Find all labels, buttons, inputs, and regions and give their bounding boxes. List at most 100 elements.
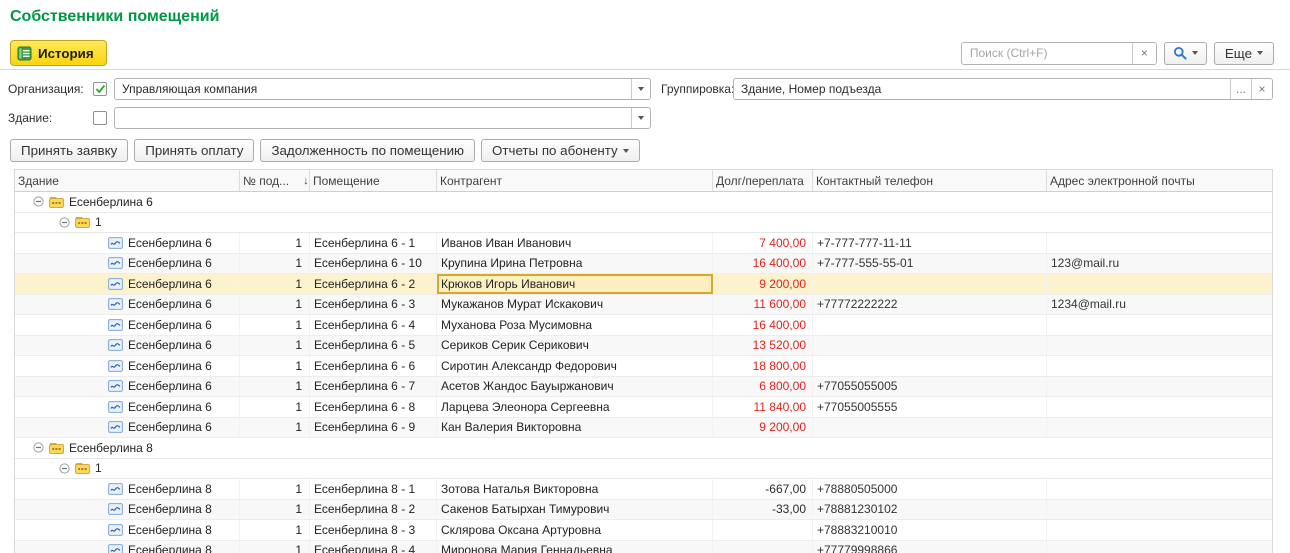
column-header-phone[interactable]: Контактный телефон <box>813 170 1047 191</box>
element-card-icon <box>108 339 123 351</box>
organization-dropdown-arrow[interactable] <box>631 79 650 99</box>
cell-building: Есенберлина 8 <box>15 541 240 553</box>
history-button[interactable]: История <box>10 40 107 66</box>
table-group-row[interactable]: Есенберлина 8 <box>15 438 1272 459</box>
element-card-icon <box>108 319 123 331</box>
building-combobox[interactable] <box>114 107 651 129</box>
cell-building: Есенберлина 6 <box>15 356 240 376</box>
organization-combobox[interactable]: Управляющая компания <box>114 78 651 100</box>
group-label: Есенберлина 8 <box>69 441 153 455</box>
table-group-row[interactable]: Есенберлина 6 <box>15 192 1272 213</box>
element-card-icon <box>108 401 123 413</box>
cell-contractor: Склярова Оксана Артуровна <box>437 520 713 540</box>
table-row[interactable]: Есенберлина 6 1 Есенберлина 6 - 4 Мухано… <box>15 315 1272 336</box>
collapse-expander-icon[interactable] <box>33 196 44 207</box>
cell-building: Есенберлина 6 <box>15 315 240 335</box>
cell-contact-phone <box>813 356 1047 376</box>
table-row[interactable]: Есенберлина 6 1 Есенберлина 6 - 5 Серико… <box>15 336 1272 357</box>
table-row[interactable]: Есенберлина 8 1 Есенберлина 8 - 1 Зотова… <box>15 479 1272 500</box>
table-row[interactable]: Есенберлина 6 1 Есенберлина 6 - 3 Мукажа… <box>15 295 1272 316</box>
cell-contact-phone <box>813 315 1047 335</box>
cell-entrance-number: 1 <box>240 377 310 397</box>
cell-debt-overpayment: 7 400,00 <box>713 233 813 253</box>
table-group-row[interactable]: 1 <box>15 213 1272 234</box>
table-row[interactable]: Есенберлина 6 1 Есенберлина 6 - 7 Асетов… <box>15 377 1272 398</box>
table-row[interactable]: Есенберлина 6 1 Есенберлина 6 - 2 Крюков… <box>15 274 1272 295</box>
building-dropdown-arrow[interactable] <box>631 108 650 128</box>
caret-down-icon <box>1257 51 1263 55</box>
collapse-expander-icon[interactable] <box>59 463 70 474</box>
cell-debt-overpayment: 16 400,00 <box>713 315 813 335</box>
cell-email <box>1047 356 1272 376</box>
premise-debt-button[interactable]: Задолженность по помещению <box>260 139 475 162</box>
cell-premise: Есенберлина 8 - 4 <box>310 541 437 553</box>
cell-building: Есенберлина 6 <box>15 336 240 356</box>
more-button[interactable]: Еще <box>1214 42 1274 65</box>
column-header-entrance[interactable]: № под... ↓ <box>240 170 310 191</box>
cell-contact-phone: +78881230102 <box>813 500 1047 520</box>
collapse-expander-icon[interactable] <box>59 217 70 228</box>
search-menu-button[interactable] <box>1164 42 1207 65</box>
cell-debt-overpayment: -667,00 <box>713 479 813 499</box>
owners-table: Здание № под... ↓ Помещение Контрагент Д… <box>14 169 1273 553</box>
table-row[interactable]: Есенберлина 6 1 Есенберлина 6 - 10 Крупи… <box>15 254 1272 275</box>
table-row[interactable]: Есенберлина 8 1 Есенберлина 8 - 3 Скляро… <box>15 520 1272 541</box>
element-card-icon <box>108 380 123 392</box>
column-header-premise[interactable]: Помещение <box>310 170 437 191</box>
history-journal-icon <box>17 46 33 61</box>
organization-value: Управляющая компания <box>115 79 631 99</box>
table-body: Есенберлина 6 1 Есенберлина 6 1 Есенберл… <box>15 192 1272 553</box>
cell-premise: Есенберлина 8 - 1 <box>310 479 437 499</box>
cell-premise: Есенберлина 6 - 8 <box>310 397 437 417</box>
element-card-icon <box>108 421 123 433</box>
search-input[interactable] <box>962 43 1132 64</box>
table-group-row[interactable]: 1 <box>15 459 1272 480</box>
table-row[interactable]: Есенберлина 8 1 Есенберлина 8 - 2 Сакено… <box>15 500 1272 521</box>
table-row[interactable]: Есенберлина 6 1 Есенберлина 6 - 1 Иванов… <box>15 233 1272 254</box>
grouping-clear-button[interactable]: × <box>1251 79 1272 99</box>
cell-contact-phone: +77772222222 <box>813 295 1047 315</box>
cell-contact-phone: +77779998866 <box>813 541 1047 553</box>
cell-contractor[interactable]: Крюков Игорь Иванович <box>437 274 713 294</box>
accept-request-button[interactable]: Принять заявку <box>10 139 128 162</box>
accept-payment-button[interactable]: Принять оплату <box>134 139 254 162</box>
grouping-ellipsis-button[interactable]: ... <box>1230 79 1251 99</box>
cell-premise: Есенберлина 6 - 9 <box>310 418 437 438</box>
column-header-email[interactable]: Адрес электронной почты <box>1047 170 1272 191</box>
cell-entrance-number: 1 <box>240 479 310 499</box>
subscriber-reports-button[interactable]: Отчеты по абоненту <box>481 139 640 162</box>
element-card-icon <box>108 524 123 536</box>
search-clear-button[interactable]: × <box>1132 43 1156 64</box>
organization-label: Организация: <box>8 82 93 96</box>
table-row[interactable]: Есенберлина 6 1 Есенберлина 6 - 8 Ларцев… <box>15 397 1272 418</box>
element-card-icon <box>108 257 123 269</box>
cell-premise: Есенберлина 6 - 7 <box>310 377 437 397</box>
caret-down-icon <box>638 87 644 91</box>
element-card-icon <box>108 298 123 310</box>
table-row[interactable]: Есенберлина 6 1 Есенберлина 6 - 6 Сироти… <box>15 356 1272 377</box>
column-header-contractor[interactable]: Контрагент <box>437 170 713 191</box>
collapse-expander-icon[interactable] <box>33 442 44 453</box>
column-header-debt[interactable]: Долг/переплата <box>713 170 813 191</box>
cell-premise: Есенберлина 6 - 2 <box>310 274 437 294</box>
column-header-building[interactable]: Здание <box>15 170 240 191</box>
cell-debt-overpayment: 6 800,00 <box>713 377 813 397</box>
organization-checkbox[interactable] <box>93 82 107 96</box>
grouping-field[interactable]: Здание, Номер подъезда ... × <box>733 78 1273 100</box>
building-value <box>115 108 631 128</box>
cell-premise: Есенберлина 6 - 6 <box>310 356 437 376</box>
cell-contractor: Кан Валерия Викторовна <box>437 418 713 438</box>
search-box: × <box>961 42 1157 65</box>
cell-entrance-number: 1 <box>240 233 310 253</box>
cell-premise: Есенберлина 6 - 3 <box>310 295 437 315</box>
table-row[interactable]: Есенберлина 6 1 Есенберлина 6 - 9 Кан Ва… <box>15 418 1272 439</box>
group-label: 1 <box>95 215 102 229</box>
cell-contractor: Иванов Иван Иванович <box>437 233 713 253</box>
cell-contractor: Муханова Роза Мусимовна <box>437 315 713 335</box>
table-row[interactable]: Есенберлина 8 1 Есенберлина 8 - 4 Мироно… <box>15 541 1272 553</box>
building-checkbox[interactable] <box>93 111 107 125</box>
cell-contractor: Ларцева Элеонора Сергеевна <box>437 397 713 417</box>
cell-debt-overpayment: 13 520,00 <box>713 336 813 356</box>
cell-contact-phone: +77055055005 <box>813 377 1047 397</box>
cell-contractor: Миронова Мария Геннадьевна <box>437 541 713 553</box>
